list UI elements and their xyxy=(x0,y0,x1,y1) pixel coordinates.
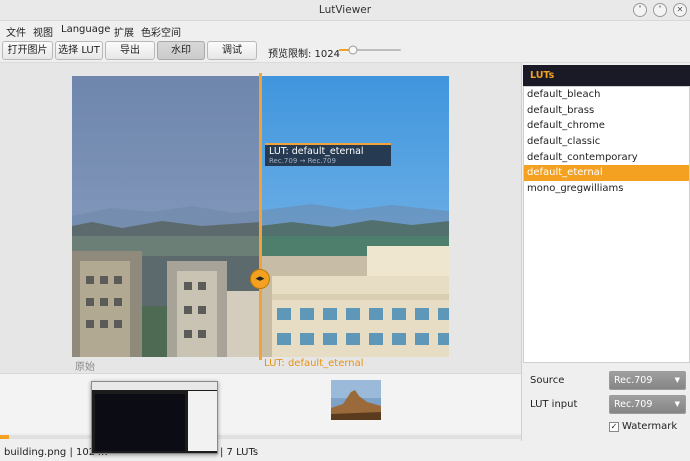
lut-list-item[interactable]: default_chrome xyxy=(524,118,689,134)
minimize-button[interactable]: ˅ xyxy=(633,3,647,17)
popup-sidebar xyxy=(188,391,217,451)
overlay-lut-name: LUT: default_eternal xyxy=(269,146,364,157)
title-bar: LutViewer ˅ ˄ ✕ xyxy=(0,0,690,21)
thumbnail-landscape[interactable] xyxy=(331,380,381,420)
popup-titlebar xyxy=(92,382,217,390)
lut-preview-label: LUT: default_eternal xyxy=(264,358,364,369)
thumbnail-preview-popup xyxy=(91,381,218,454)
preview-limit-label: 预览限制: 1024 xyxy=(268,49,340,60)
chevron-down-icon: ▼ xyxy=(674,376,680,384)
export-button[interactable]: 导出 xyxy=(105,41,155,60)
lut-list-item[interactable]: default_bleach xyxy=(524,87,689,103)
source-select[interactable]: Rec.709 ▼ xyxy=(609,371,686,390)
image-viewer[interactable]: LUT: default_eternal Rec.709 → Rec.709 ◂… xyxy=(0,63,521,373)
lut-list[interactable]: default_bleach default_brass default_chr… xyxy=(523,86,690,363)
split-divider[interactable] xyxy=(259,73,262,360)
lut-input-select-value: Rec.709 xyxy=(614,399,653,410)
status-lut-count: | 7 LUTs xyxy=(220,447,259,458)
original-label: 原始 xyxy=(75,362,95,373)
preview-limit-slider[interactable] xyxy=(339,45,403,55)
lut-overlay: LUT: default_eternal Rec.709 → Rec.709 xyxy=(265,145,391,166)
watermark-button[interactable]: 水印 xyxy=(157,41,205,60)
open-image-button[interactable]: 打开图片 xyxy=(2,41,53,60)
popup-canvas xyxy=(95,394,185,451)
lut-list-item[interactable]: default_contemporary xyxy=(524,150,689,166)
lut-list-item[interactable]: default_classic xyxy=(524,134,689,150)
source-label: Source xyxy=(530,375,565,386)
close-button[interactable]: ✕ xyxy=(673,3,687,17)
menu-language[interactable]: Language xyxy=(61,24,110,35)
slider-handle[interactable] xyxy=(348,45,358,55)
select-lut-button[interactable]: 选择 LUT xyxy=(55,41,103,60)
watermark-checkbox[interactable]: ✓ xyxy=(609,422,619,432)
maximize-button[interactable]: ˄ xyxy=(653,3,667,17)
chevron-down-icon: ▼ xyxy=(674,400,680,408)
lut-list-item[interactable]: default_brass xyxy=(524,103,689,119)
lut-input-select[interactable]: Rec.709 ▼ xyxy=(609,395,686,414)
filmstrip-scrollbar[interactable] xyxy=(0,435,521,439)
debug-button[interactable]: 调试 xyxy=(207,41,257,60)
watermark-checkbox-label[interactable]: Watermark xyxy=(622,421,677,432)
luts-panel-header: LUTs xyxy=(523,65,690,86)
overlay-color-space: Rec.709 → Rec.709 xyxy=(269,157,336,165)
lut-list-item[interactable]: mono_gregwilliams xyxy=(524,181,689,197)
lut-input-label: LUT input xyxy=(530,399,578,410)
source-select-value: Rec.709 xyxy=(614,375,653,386)
menu-bar: 文件 视图 Language 扩展 色彩空间 xyxy=(0,21,690,39)
menu-color-space[interactable]: 色彩空间 xyxy=(141,24,181,39)
scrollbar-thumb[interactable] xyxy=(0,435,9,439)
menu-view[interactable]: 视图 xyxy=(33,24,53,39)
menu-extensions[interactable]: 扩展 xyxy=(114,24,134,39)
slider-fill xyxy=(339,49,350,51)
menu-file[interactable]: 文件 xyxy=(6,24,26,39)
window-title: LutViewer xyxy=(318,4,372,16)
filmstrip[interactable] xyxy=(0,373,521,433)
lut-list-item-selected[interactable]: default_eternal xyxy=(524,165,689,182)
split-handle-icon[interactable]: ◂▸ xyxy=(250,269,270,289)
